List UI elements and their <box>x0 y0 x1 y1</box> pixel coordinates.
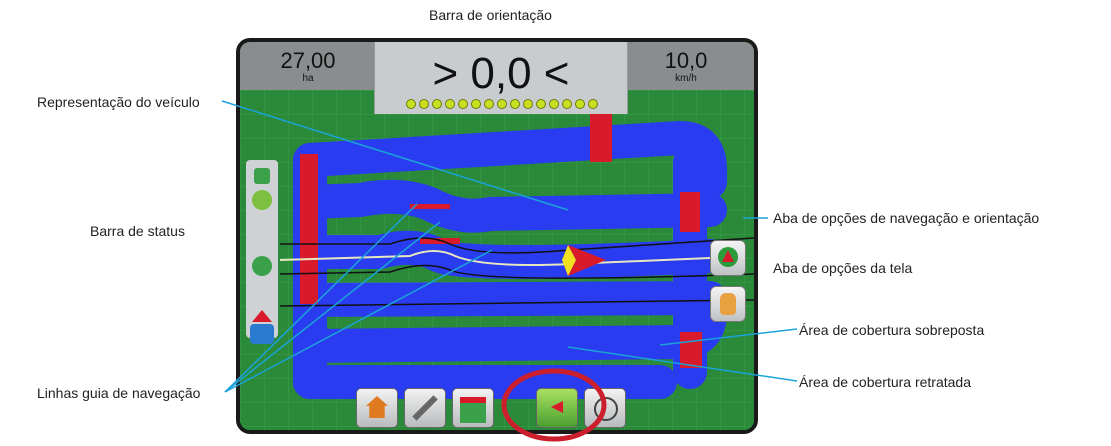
lightbar-led <box>536 99 546 109</box>
hand-icon <box>720 293 736 315</box>
lightbar-led <box>588 99 598 109</box>
lightbar-led <box>497 99 507 109</box>
gnss-status-icon[interactable] <box>252 190 272 210</box>
area-value: 27,00 <box>280 48 336 73</box>
camera-icon <box>594 397 618 421</box>
coverage-area-label: Área de cobertura retratada <box>799 374 971 390</box>
field-view-icon <box>460 397 486 423</box>
lightbar-led <box>510 99 520 109</box>
vehicle-label: Representação do veículo <box>37 94 200 110</box>
lightbar-led <box>471 99 481 109</box>
overlap-area-label: Área de cobertura sobreposta <box>799 322 985 338</box>
guidance-bar-label: Barra de orientação <box>429 7 552 23</box>
screen-options-tab[interactable] <box>710 286 746 322</box>
lightbar-led <box>484 99 494 109</box>
tools-icon <box>412 395 438 421</box>
lightbar-led <box>562 99 572 109</box>
guidance-value: > 0,0 < <box>432 49 570 98</box>
nav-tab-label: Aba de opções de navegação e orientação <box>773 210 1040 226</box>
camera-button[interactable] <box>584 388 626 428</box>
guide-lines-label: Linhas guia de navegação <box>37 385 201 401</box>
screen-tab-label: Aba de opções da tela <box>773 260 913 276</box>
tank-status-icon[interactable] <box>250 324 274 344</box>
status-bar <box>246 160 278 344</box>
lightbar-led <box>445 99 455 109</box>
lightbar-led <box>575 99 585 109</box>
lightbar <box>406 99 598 109</box>
lightbar-led <box>406 99 416 109</box>
boom-status-icon[interactable] <box>252 310 272 322</box>
lightbar-led <box>523 99 533 109</box>
home-button[interactable] <box>356 388 398 428</box>
lightbar-led <box>432 99 442 109</box>
guidance-bar: > 0,0 < <box>374 42 628 114</box>
lightbar-led <box>458 99 468 109</box>
area-unit: ha <box>302 73 314 84</box>
guidance-screen-button[interactable] <box>536 388 578 428</box>
steering-status-icon[interactable] <box>252 256 272 276</box>
home-icon <box>366 396 388 418</box>
speed-value: 10,0 <box>664 48 708 73</box>
vehicle-status-icon[interactable] <box>254 168 270 184</box>
field-view-button[interactable] <box>452 388 494 428</box>
lightbar-led <box>549 99 559 109</box>
nav-options-tab[interactable] <box>710 240 746 276</box>
area-readout: 27,00 ha <box>248 42 368 90</box>
guidance-screen: 27,00 ha 10,0 km/h > 0,0 < <box>236 38 758 434</box>
speed-readout: 10,0 km/h <box>626 42 746 90</box>
guidance-screen-icon <box>551 401 563 413</box>
tools-button[interactable] <box>404 388 446 428</box>
speed-unit: km/h <box>675 73 697 84</box>
lightbar-led <box>419 99 429 109</box>
status-bar-label: Barra de status <box>90 223 185 239</box>
